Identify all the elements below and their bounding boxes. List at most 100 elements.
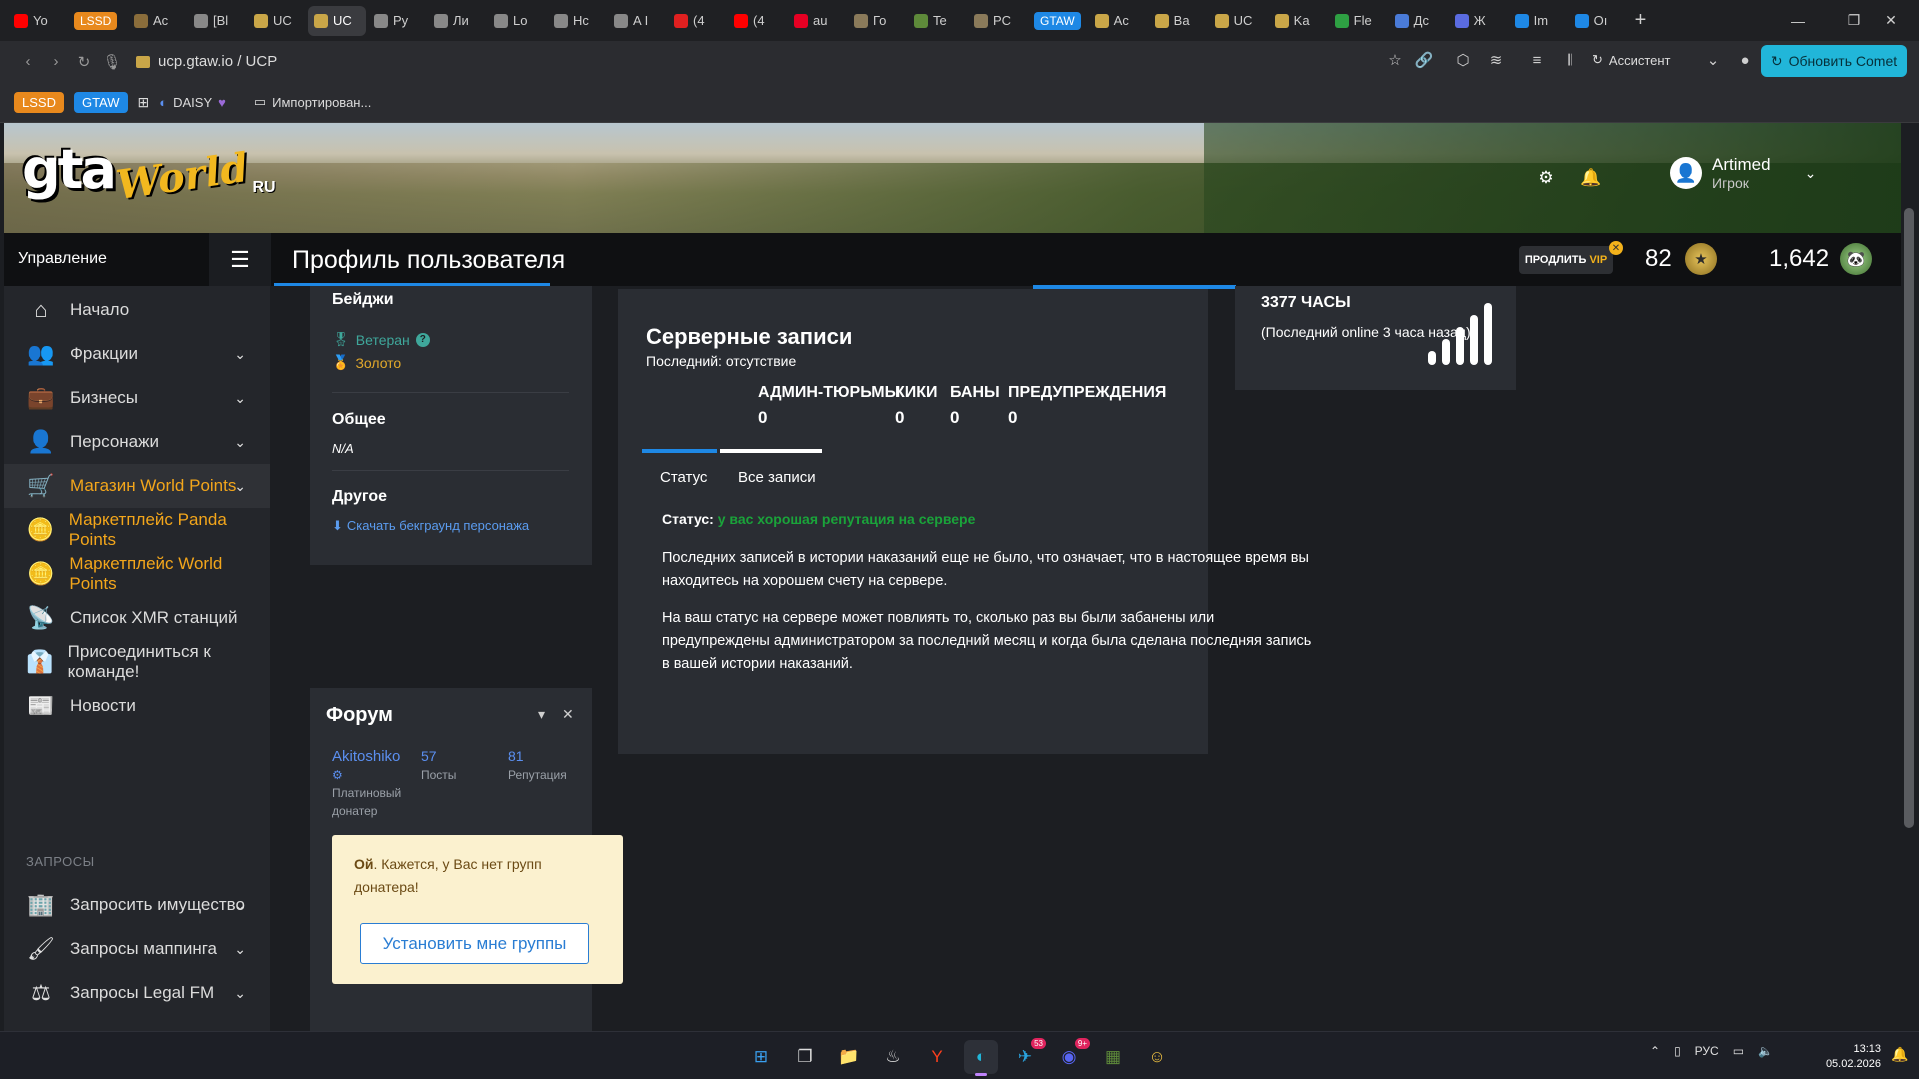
forum-username[interactable]: Akitoshiko <box>332 748 400 765</box>
browser-tab[interactable]: UC <box>1209 6 1267 36</box>
browser-tab[interactable]: Ba <box>1149 6 1207 36</box>
browser-tab[interactable]: [Bl <box>188 6 246 36</box>
browser-tab[interactable]: (4 <box>728 6 786 36</box>
bookmark-lssd[interactable]: LSSD <box>14 91 64 113</box>
share-link-icon[interactable]: 🔗 <box>1411 47 1437 73</box>
browser-tab[interactable]: Ka <box>1269 6 1327 36</box>
microphone-icon[interactable]: 🎙 <box>98 48 126 76</box>
forum-posts-count[interactable]: 57 <box>421 748 437 764</box>
browser-tab[interactable]: Fle <box>1329 6 1387 36</box>
gta-world-logo[interactable]: gta World RU <box>22 143 276 210</box>
vip-close-badge-icon[interactable]: ✕ <box>1609 241 1623 255</box>
browser-tab[interactable]: (4 <box>668 6 726 36</box>
profile-dot-icon[interactable]: ● <box>1732 47 1758 73</box>
language-indicator[interactable]: РУС <box>1695 1044 1719 1058</box>
sidebar-item[interactable]: 🪙 Маркетплейс World Points <box>4 552 270 596</box>
browser-tab[interactable]: Ac <box>1089 6 1147 36</box>
assistant-button[interactable]: ↻ Ассистент <box>1592 52 1671 68</box>
bookmark-folder-imported[interactable]: ▭ Импортирован... <box>254 94 371 110</box>
forum-reputation-count[interactable]: 81 <box>508 748 524 764</box>
browser-tab[interactable]: Yo <box>8 6 66 36</box>
browser-tab[interactable]: Oı <box>1569 6 1627 36</box>
notification-bell-icon[interactable]: 🔔 <box>1576 163 1606 193</box>
sidebar-item[interactable]: 👔 Присоединиться к команде! <box>4 640 270 684</box>
apps-grid-icon[interactable]: ⊞ <box>138 94 150 111</box>
browser-tab[interactable]: Py <box>368 6 426 36</box>
browser-tab[interactable]: au <box>788 6 846 36</box>
reader-icon[interactable]: ≋ <box>1483 47 1509 73</box>
browser-tab[interactable]: Lo <box>488 6 546 36</box>
browser-tab[interactable]: LSSD <box>68 6 126 36</box>
chevron-down-icon[interactable]: ⌄ <box>1700 47 1726 73</box>
task-view-icon[interactable]: ❐ <box>788 1040 822 1074</box>
browser-tab[interactable]: GTAW <box>1028 6 1087 36</box>
bookmark-daisy[interactable]: ◐ DAISY ♥ <box>159 95 226 110</box>
yandex-icon[interactable]: Y <box>920 1040 954 1074</box>
browser-tab[interactable]: Ж <box>1449 6 1507 36</box>
star-bookmark-icon[interactable]: ☆ <box>1382 47 1408 73</box>
battery-icon[interactable]: ▯ <box>1674 1044 1681 1058</box>
close-window-icon[interactable]: ✕ <box>1863 0 1919 41</box>
sidebar-item[interactable]: ⌂ Начало <box>4 288 270 332</box>
bookmark-gtaw[interactable]: GTAW <box>73 91 128 113</box>
notification-bell-icon[interactable]: 🔔 <box>1891 1046 1908 1063</box>
unread-badge: 9+ <box>1074 1038 1090 1049</box>
hamburger-menu-icon[interactable]: ☰ <box>209 233 271 286</box>
minimize-icon[interactable]: — <box>1770 0 1826 41</box>
forward-icon[interactable]: › <box>42 48 70 76</box>
download-background-link[interactable]: ⬇ Скачать бекграунд персонажа <box>332 518 529 534</box>
sidebar-item[interactable]: 📰 Новости <box>4 684 270 728</box>
minecraft-icon[interactable]: ▦ <box>1096 1040 1130 1074</box>
browser-tab[interactable]: UC <box>248 6 306 36</box>
browser-tab[interactable]: Дс <box>1389 6 1447 36</box>
new-tab-icon[interactable]: + <box>1635 9 1647 32</box>
help-icon[interactable]: ? <box>415 332 430 347</box>
set-groups-button[interactable]: Установить мне группы <box>360 923 589 964</box>
page-scrollbar-thumb[interactable] <box>1904 208 1914 828</box>
sidebar-item[interactable]: 💼 Бизнесы ⌄ <box>4 376 270 420</box>
settings-gear-icon[interactable]: ⚙ <box>1531 163 1561 193</box>
sidebar-item[interactable]: 🛒 Магазин World Points ⌄ <box>4 464 270 508</box>
close-icon[interactable]: ✕ <box>562 706 574 723</box>
browser-tab[interactable]: UC <box>308 5 366 36</box>
monitor-icon[interactable]: ▭ <box>1733 1044 1744 1058</box>
sidebar-item[interactable]: 🏢 Запросить имущество ⌄ <box>4 883 270 927</box>
steam-icon[interactable]: ♨ <box>876 1040 910 1074</box>
user-menu[interactable]: 👤 Artimed Игрок ⌄ <box>1670 155 1816 191</box>
browser-tab[interactable]: Ac <box>128 6 186 36</box>
volume-icon[interactable]: 🔈 <box>1758 1044 1773 1058</box>
menu-lines-icon[interactable]: ≡ <box>1524 47 1550 73</box>
browser-tab[interactable]: Te <box>908 6 966 36</box>
browser-tab[interactable]: Ли <box>428 6 486 36</box>
browser-tab[interactable]: A I <box>608 6 666 36</box>
browser-tab[interactable]: Hc <box>548 6 606 36</box>
tab-status[interactable]: Статус <box>660 469 707 486</box>
browser-tab[interactable]: PC <box>968 6 1026 36</box>
file-explorer-icon[interactable]: 📁 <box>832 1040 866 1074</box>
back-icon[interactable]: ‹ <box>14 48 42 76</box>
sidebar-item[interactable]: 📡 Список XMR станций <box>4 596 270 640</box>
comet-icon[interactable]: ◐ <box>964 1040 998 1076</box>
tab-all-records[interactable]: Все записи <box>738 469 816 486</box>
windows-start-icon[interactable]: ⊞ <box>744 1040 778 1074</box>
discord-icon[interactable]: ◉ 9+ <box>1052 1038 1090 1074</box>
sidebar-item[interactable]: 👥 Фракции ⌄ <box>4 332 270 376</box>
collapse-caret-icon[interactable]: ▾ <box>538 706 545 723</box>
reload-icon[interactable]: ↻ <box>70 48 98 76</box>
sidebar-item[interactable]: ⚖ Запросы Legal FM ⌄ <box>4 971 270 1015</box>
sidebar-item[interactable]: 🪙 Маркетплейс Panda Points <box>4 508 270 552</box>
extend-vip-button[interactable]: ПРОДЛИТЬ VIP <box>1519 246 1613 274</box>
sidebar-item[interactable]: 👤 Персонажи ⌄ <box>4 420 270 464</box>
telegram-icon[interactable]: ✈ 53 <box>1008 1038 1046 1074</box>
emoji-app-icon[interactable]: ☺ <box>1140 1040 1174 1074</box>
browser-tab[interactable]: Го <box>848 6 906 36</box>
audio-wave-icon[interactable]: 𝄃 <box>1557 47 1583 73</box>
clock[interactable]: 13:13 05.02.2026 <box>1817 1042 1881 1072</box>
browser-tab[interactable]: Im <box>1509 6 1567 36</box>
tray-chevron-up-icon[interactable]: ⌃ <box>1650 1044 1660 1058</box>
update-comet-button[interactable]: ↻ Обновить Comet <box>1761 45 1907 77</box>
url-field[interactable]: ucp.gtaw.io / UCP <box>136 53 277 70</box>
sidebar-item[interactable]: 🖌 Запросы маппинга ⌄ <box>4 927 270 971</box>
avatar: 👤 <box>1670 157 1702 189</box>
extensions-icon[interactable]: ⬡ <box>1450 47 1476 73</box>
